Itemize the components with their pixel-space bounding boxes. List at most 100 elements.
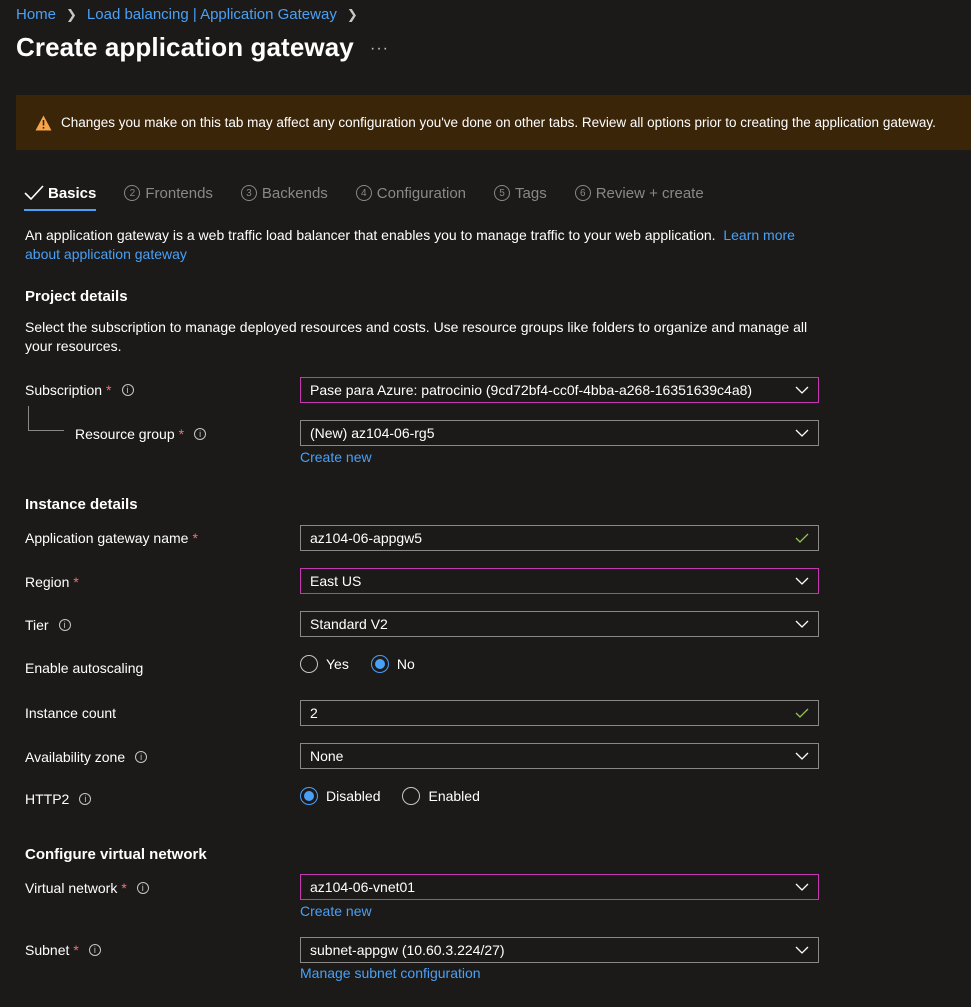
info-icon[interactable]: i — [79, 793, 92, 805]
info-icon[interactable]: i — [136, 882, 149, 894]
info-icon[interactable]: i — [135, 751, 148, 763]
step-number: 6 — [574, 185, 591, 201]
info-icon[interactable]: i — [121, 384, 134, 396]
tab-label: Tags — [515, 184, 547, 202]
chevron-down-icon — [795, 946, 809, 954]
subnet-label-text: Subnet — [25, 942, 70, 958]
availability-zone-value: None — [310, 748, 344, 764]
breadcrumb-load-balancing[interactable]: Load balancing | Application Gateway — [87, 6, 337, 23]
step-number: 5 — [494, 185, 511, 201]
http2-label: HTTP2 i — [25, 791, 92, 807]
http2-disabled-radio[interactable] — [300, 787, 318, 805]
tab-backends[interactable]: 3 Backends — [240, 180, 328, 206]
required-marker: * — [192, 530, 198, 546]
required-marker: * — [178, 426, 185, 442]
checkmark-icon — [24, 185, 44, 201]
instance-count-input[interactable]: 2 — [300, 700, 819, 726]
info-icon[interactable]: i — [194, 428, 207, 440]
region-label-text: Region — [25, 574, 70, 590]
tree-connector — [28, 406, 29, 430]
autoscaling-yes-radio[interactable] — [300, 655, 318, 673]
subscription-value: Pase para Azure: patrocinio (9cd72bf4-cc… — [310, 382, 753, 398]
step-number: 2 — [124, 185, 141, 201]
region-dropdown[interactable]: East US — [300, 568, 819, 594]
subscription-label-text: Subscription — [25, 382, 103, 398]
gateway-name-label-text: Application gateway name — [25, 530, 189, 546]
step-number: 4 — [355, 185, 372, 201]
tab-basics[interactable]: Basics — [24, 180, 97, 211]
tab-label: Frontends — [145, 184, 213, 202]
tier-dropdown[interactable]: Standard V2 — [300, 611, 819, 637]
tab-label: Review + create — [595, 184, 704, 202]
tab-tags[interactable]: 5 Tags — [494, 180, 547, 206]
http2-label-text: HTTP2 — [25, 791, 70, 807]
step-number: 3 — [240, 185, 257, 201]
tree-connector — [28, 430, 64, 431]
required-marker: * — [106, 382, 112, 398]
instance-count-value: 2 — [310, 705, 318, 721]
manage-subnet-link[interactable]: Manage subnet configuration — [300, 965, 481, 981]
create-new-vnet-link[interactable]: Create new — [300, 903, 372, 919]
autoscaling-radio-group: Yes No — [300, 655, 429, 673]
chevron-down-icon — [795, 620, 809, 628]
required-marker: * — [73, 942, 79, 958]
subnet-dropdown[interactable]: subnet-appgw (10.60.3.224/27) — [300, 937, 819, 963]
chevron-down-icon — [795, 386, 809, 394]
warning-message: Changes you make on this tab may affect … — [61, 115, 936, 130]
tab-label: Configuration — [376, 184, 467, 202]
gateway-name-value: az104-06-appgw5 — [310, 530, 423, 546]
chevron-right-icon: ❯ — [346, 6, 358, 22]
http2-disabled-label: Disabled — [326, 788, 381, 804]
virtual-network-dropdown[interactable]: az104-06-vnet01 — [300, 874, 819, 900]
http2-radio-group: Disabled Enabled — [300, 787, 494, 805]
availability-zone-label: Availability zone i — [25, 749, 148, 765]
project-details-description: Select the subscription to manage deploy… — [25, 319, 808, 354]
check-icon — [795, 708, 809, 718]
instance-count-label: Instance count — [25, 705, 117, 721]
instance-details-heading: Instance details — [25, 496, 138, 513]
resource-group-dropdown[interactable]: (New) az104-06-rg5 — [300, 420, 819, 446]
intro-text: An application gateway is a web traffic … — [25, 226, 825, 264]
intro-description: An application gateway is a web traffic … — [25, 227, 716, 243]
info-icon[interactable]: i — [88, 944, 101, 956]
gateway-name-label: Application gateway name * — [25, 530, 198, 546]
region-label: Region * — [25, 574, 79, 590]
subnet-value: subnet-appgw (10.60.3.224/27) — [310, 942, 505, 958]
wizard-tabs: Basics 2 Frontends 3 Backends 4 Configur… — [24, 180, 732, 212]
breadcrumb-home[interactable]: Home — [16, 6, 56, 23]
virtual-network-label: Virtual network * i — [25, 880, 149, 896]
create-new-resource-group-link[interactable]: Create new — [300, 449, 372, 465]
region-value: East US — [310, 573, 362, 589]
http2-enabled-radio[interactable] — [402, 787, 421, 805]
autoscaling-label: Enable autoscaling — [25, 660, 144, 676]
tab-configuration[interactable]: 4 Configuration — [355, 180, 467, 206]
chevron-down-icon — [795, 577, 809, 585]
virtual-network-value: az104-06-vnet01 — [310, 879, 416, 895]
tab-review-create[interactable]: 6 Review + create — [574, 180, 704, 206]
chevron-down-icon — [795, 883, 809, 891]
autoscaling-yes-label: Yes — [326, 656, 349, 672]
page-title: Create application gateway — [16, 32, 354, 62]
resource-group-label-text: Resource group — [75, 426, 175, 442]
info-icon[interactable]: i — [58, 619, 71, 631]
tier-label: Tier i — [25, 617, 71, 633]
subscription-dropdown[interactable]: Pase para Azure: patrocinio (9cd72bf4-cc… — [300, 377, 819, 403]
gateway-name-input[interactable]: az104-06-appgw5 — [300, 525, 819, 551]
chevron-down-icon — [795, 429, 809, 437]
more-options-button[interactable]: ··· — [370, 40, 389, 58]
http2-enabled-label: Enabled — [428, 788, 480, 804]
subnet-label: Subnet * i — [25, 942, 101, 958]
required-marker: * — [73, 574, 79, 590]
virtual-network-heading: Configure virtual network — [25, 846, 207, 863]
availability-zone-label-text: Availability zone — [25, 749, 126, 765]
tab-label: Backends — [261, 184, 328, 202]
availability-zone-dropdown[interactable]: None — [300, 743, 819, 769]
tier-value: Standard V2 — [310, 616, 388, 632]
virtual-network-label-text: Virtual network — [25, 880, 118, 896]
resource-group-value: (New) az104-06-rg5 — [310, 425, 435, 441]
check-icon — [795, 533, 809, 543]
project-details-heading: Project details — [25, 288, 128, 305]
tab-frontends[interactable]: 2 Frontends — [124, 180, 213, 206]
resource-group-label: Resource group * i — [75, 426, 207, 442]
autoscaling-no-radio[interactable] — [370, 655, 389, 673]
